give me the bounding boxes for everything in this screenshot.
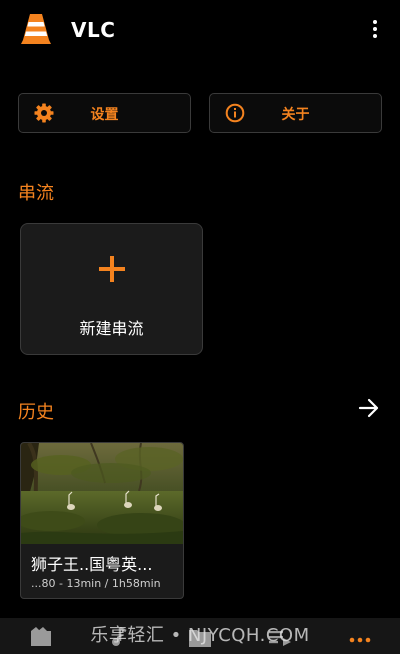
about-button[interactable]: 关于 (209, 93, 382, 133)
settings-button[interactable]: 设置 (18, 93, 191, 133)
section-title-stream: 串流 (18, 183, 54, 204)
plus-icon (99, 256, 125, 282)
arrow-right-icon[interactable] (358, 398, 380, 418)
more-vert-icon[interactable] (362, 16, 388, 42)
section-title-history: 历史 (18, 402, 54, 423)
media-title: 狮子王..国粤英... (31, 555, 153, 574)
vlc-cone-icon (21, 14, 51, 44)
app-bar: VLC (0, 0, 400, 60)
media-thumbnail (21, 443, 183, 544)
settings-label: 设置 (90, 107, 119, 123)
media-progress-text: ...80 - 13min / 1h58min (31, 577, 161, 590)
history-media-card[interactable]: 狮子王..国粤英... ...80 - 13min / 1h58min (20, 442, 184, 599)
about-label: 关于 (281, 107, 310, 123)
app-title: VLC (71, 18, 116, 42)
new-stream-label: 新建串流 (79, 319, 144, 338)
watermark-text: 乐享轻汇 • NJYCQH.COM (90, 625, 310, 646)
new-stream-card[interactable]: 新建串流 (20, 223, 203, 355)
